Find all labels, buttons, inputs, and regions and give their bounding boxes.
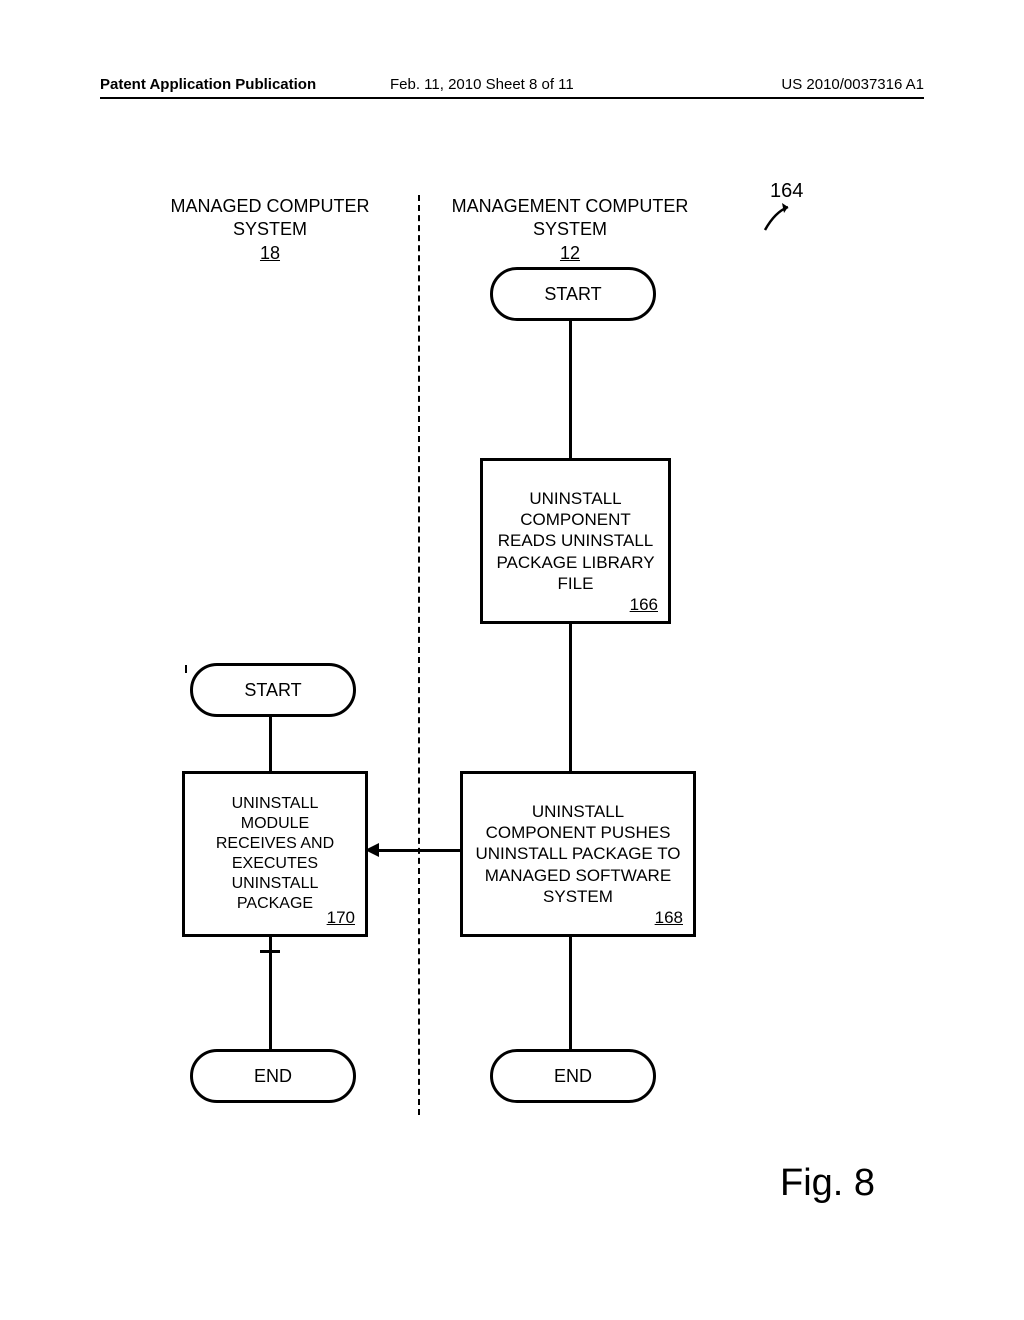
end-terminal-right: END — [490, 1049, 656, 1103]
box166-l3: READS UNINSTALL — [498, 531, 654, 550]
box170-ref: 170 — [327, 907, 355, 928]
connector-horizontal — [379, 849, 460, 852]
end-terminal-left: END — [190, 1049, 356, 1103]
col-left-line1: MANAGED COMPUTER — [170, 196, 369, 216]
start-terminal-right: START — [490, 267, 656, 321]
box166-ref: 166 — [630, 594, 658, 615]
end-left-label: END — [254, 1066, 292, 1087]
column-header-left: MANAGED COMPUTER SYSTEM 18 — [170, 195, 370, 265]
process-box-170: UNINSTALL MODULE RECEIVES AND EXECUTES U… — [182, 771, 368, 937]
connector — [569, 318, 572, 458]
tick-mark — [185, 665, 187, 673]
col-left-line2: SYSTEM — [233, 219, 307, 239]
header-publication: Patent Application Publication — [100, 76, 316, 93]
box170-l5: UNINSTALL — [232, 875, 319, 892]
box168-l4: MANAGED SOFTWARE — [485, 866, 671, 885]
box170-l1: UNINSTALL — [232, 795, 319, 812]
box168-l2: COMPONENT PUSHES — [486, 823, 671, 842]
page-header: Patent Application Publication Feb. 11, … — [100, 76, 924, 99]
box166-l2: COMPONENT — [520, 510, 631, 529]
box168-ref: 168 — [655, 907, 683, 928]
flowchart-diagram: MANAGED COMPUTER SYSTEM 18 MANAGEMENT CO… — [110, 165, 890, 1145]
arrowhead-left-icon — [365, 843, 379, 857]
connector-tick — [260, 950, 280, 953]
box168-l1: UNINSTALL — [532, 802, 624, 821]
box170-l4: EXECUTES — [232, 855, 318, 872]
figure-ref-arrow-icon — [760, 200, 800, 235]
box166-l1: UNINSTALL — [529, 489, 621, 508]
end-right-label: END — [554, 1066, 592, 1087]
connector — [269, 714, 272, 771]
box170-l2: MODULE — [241, 815, 309, 832]
connector — [569, 621, 572, 771]
swimlane-divider — [418, 195, 420, 1115]
header-pubnum: US 2010/0037316 A1 — [781, 76, 924, 93]
col-left-ref: 18 — [260, 243, 280, 263]
start-right-label: START — [544, 284, 601, 305]
start-left-label: START — [244, 680, 301, 701]
process-box-168: UNINSTALL COMPONENT PUSHES UNINSTALL PAC… — [460, 771, 696, 937]
header-date-sheet: Feb. 11, 2010 Sheet 8 of 11 — [390, 76, 574, 93]
col-right-ref: 12 — [560, 243, 580, 263]
box166-l5: FILE — [558, 574, 594, 593]
col-right-line2: SYSTEM — [533, 219, 607, 239]
process-box-166: UNINSTALL COMPONENT READS UNINSTALL PACK… — [480, 458, 671, 624]
figure-label: Fig. 8 — [780, 1162, 875, 1205]
box168-l3: UNINSTALL PACKAGE TO — [475, 844, 680, 863]
column-header-right: MANAGEMENT COMPUTER SYSTEM 12 — [450, 195, 690, 265]
box170-l3: RECEIVES AND — [216, 835, 334, 852]
col-right-line1: MANAGEMENT COMPUTER — [452, 196, 689, 216]
box168-l5: SYSTEM — [543, 887, 613, 906]
connector — [569, 934, 572, 1049]
start-terminal-left: START — [190, 663, 356, 717]
box166-l4: PACKAGE LIBRARY — [496, 553, 654, 572]
box170-l6: PACKAGE — [237, 895, 313, 912]
